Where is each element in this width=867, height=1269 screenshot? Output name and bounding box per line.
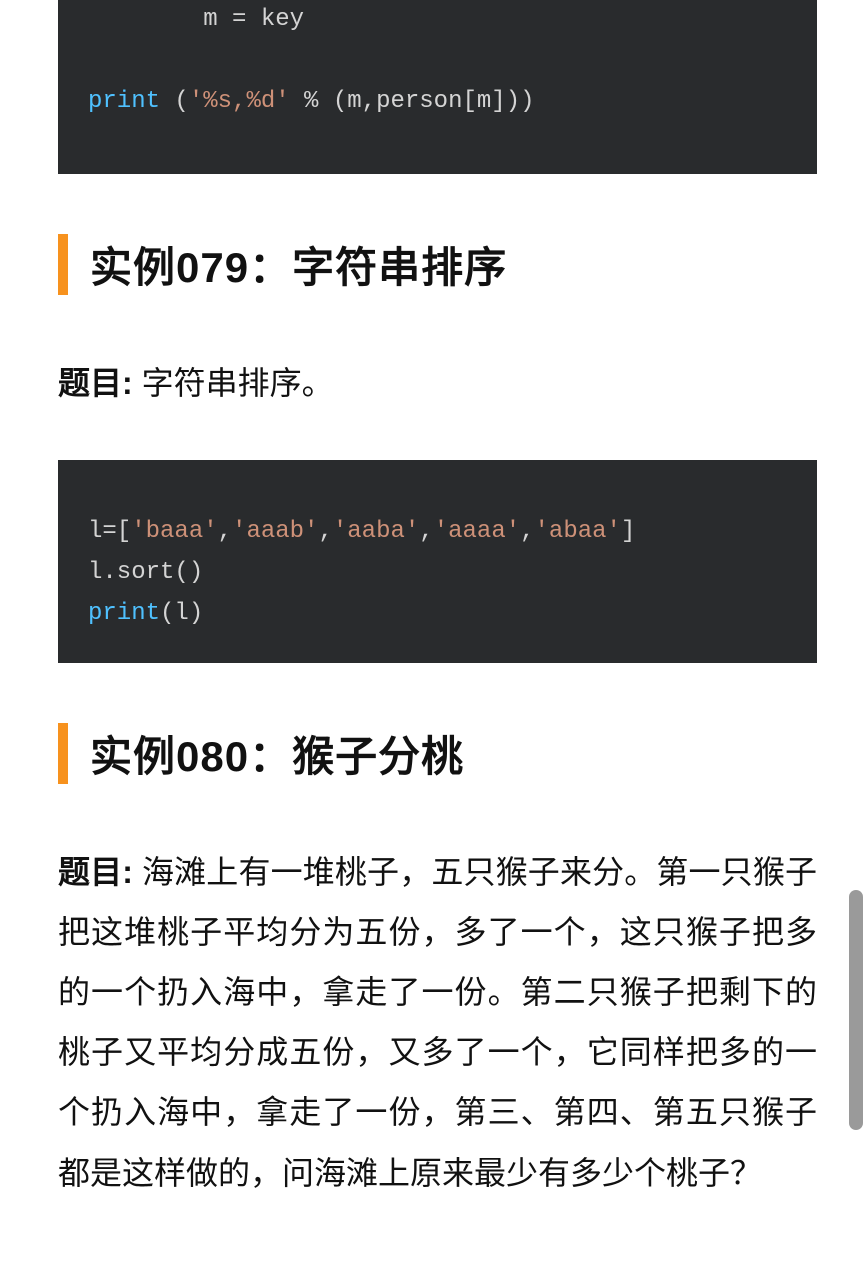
keyword-print: print xyxy=(88,88,160,115)
prompt-label: 题目: xyxy=(58,365,133,401)
heading-example-080: 实例080：猴子分桃 xyxy=(58,723,817,784)
scrollbar-track[interactable] xyxy=(845,0,867,1269)
code-block-078: m = key print ('%s,%d' % (m,person[m])) xyxy=(58,0,817,174)
heading-example-079: 实例079：字符串排序 xyxy=(58,234,817,295)
scrollbar-thumb[interactable] xyxy=(849,890,863,1130)
prompt-080: 题目: 海滩上有一堆桃子，五只猴子来分。第一只猴子把这堆桃子平均分为五份，多了一… xyxy=(58,842,817,1203)
article-content: m = key print ('%s,%d' % (m,person[m])) … xyxy=(0,0,867,1269)
code-line: print ('%s,%d' % (m,person[m])) xyxy=(88,88,535,115)
keyword-print: print xyxy=(88,600,160,627)
code-line: l=['baaa','aaab','aaba','aaaa','abaa'] xyxy=(88,518,635,545)
prompt-label: 题目: xyxy=(58,854,133,890)
code-block-079: l=['baaa','aaab','aaba','aaaa','abaa'] l… xyxy=(58,460,817,663)
code-line: l.sort() xyxy=(88,559,203,586)
code-line: m = key xyxy=(88,6,304,33)
prompt-text: 海滩上有一堆桃子，五只猴子来分。第一只猴子把这堆桃子平均分为五份，多了一个，这只… xyxy=(58,854,817,1191)
prompt-text: 字符串排序。 xyxy=(133,365,334,401)
prompt-079: 题目: 字符串排序。 xyxy=(58,353,817,413)
string-literal: '%s,%d' xyxy=(189,88,290,115)
code-line: print(l) xyxy=(88,600,203,627)
